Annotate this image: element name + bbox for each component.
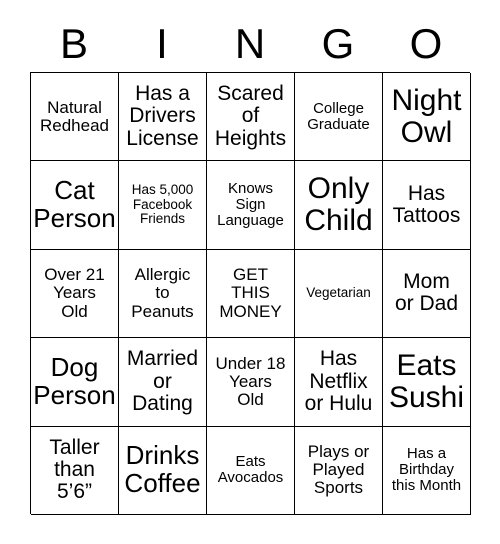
bingo-cell-r3c5[interactable]: Mom or Dad [383, 249, 471, 339]
bingo-cell-r1c3[interactable]: Scared of Heights [207, 73, 295, 162]
bingo-header-letter-n: N [234, 20, 266, 67]
bingo-header-letter-g: G [321, 20, 355, 67]
bingo-cell-r1c4[interactable]: College Graduate [295, 73, 383, 162]
bingo-grid: Natural Redhead Has a Drivers License Scar… [30, 72, 471, 515]
bingo-card: B I N G O Natural Redhead Has a Drivers Licen… [0, 0, 500, 544]
bingo-cell-label: Has 5,000 Facebook Friends [131, 182, 194, 227]
bingo-cell-r4c5[interactable]: Eats Sushi [383, 338, 471, 427]
bingo-cell-r1c5[interactable]: Night Owl [383, 73, 471, 162]
bingo-cell-r4c4[interactable]: Has Netflix or Hulu [295, 338, 383, 427]
bingo-cell-label: Night Owl [391, 83, 462, 149]
bingo-cell-label: Drinks Coffee [124, 440, 201, 499]
bingo-cell-label: Has Netflix or Hulu [304, 347, 373, 416]
bingo-cell-label: Knows Sign Language [217, 180, 284, 230]
bingo-cell-r3c4[interactable]: Vegetarian [295, 249, 383, 339]
bingo-cell-label: Only Child [304, 171, 373, 238]
bingo-cell-label: GET THIS MONEY [219, 265, 282, 321]
bingo-header-letter-b: B [59, 20, 88, 67]
bingo-cell-r2c4[interactable]: Only Child [295, 161, 383, 250]
bingo-cell-r5c1[interactable]: Taller than 5’6” [31, 426, 119, 515]
bingo-cell-label: Has a Birthday this Month [391, 445, 462, 495]
bingo-cell-label: Vegetarian [306, 285, 371, 301]
bingo-cell-label: Over 21 Years Old [44, 265, 105, 321]
bingo-cell-r2c2[interactable]: Has 5,000 Facebook Friends [119, 161, 207, 250]
bingo-cell-label: Scared of Heights [214, 81, 287, 150]
bingo-cell-r4c1[interactable]: Dog Person [31, 338, 119, 427]
bingo-cell-label: Cat Person [33, 175, 116, 234]
bingo-cell-label: Under 18 Years Old [215, 353, 286, 409]
bingo-cell-label: Married or Dating [126, 347, 199, 416]
bingo-cell-r1c2[interactable]: Has a Drivers License [119, 73, 207, 162]
bingo-cell-label: Has a Drivers License [126, 81, 199, 150]
bingo-cell-r3c3[interactable]: GET THIS MONEY [207, 249, 295, 339]
bingo-cell-label: Eats Sushi [388, 348, 465, 414]
bingo-header-letter-i: I [156, 20, 168, 67]
bingo-cell-r5c3[interactable]: Eats Avocados [207, 426, 295, 515]
bingo-cell-label: Eats Avocados [217, 453, 284, 487]
bingo-cell-r5c2[interactable]: Drinks Coffee [119, 426, 207, 515]
bingo-cell-label: Taller than 5’6” [49, 435, 100, 504]
bingo-cell-r2c3[interactable]: Knows Sign Language [207, 161, 295, 250]
bingo-cell-label: Dog Person [33, 352, 116, 410]
bingo-cell-label: Has Tattoos [392, 181, 461, 228]
bingo-cell-label: Allergic to Peanuts [131, 265, 194, 321]
bingo-header-row: BINGO [30, 18, 470, 70]
bingo-cell-r4c3[interactable]: Under 18 Years Old [207, 338, 295, 427]
bingo-cell-r4c2[interactable]: Married or Dating [119, 338, 207, 427]
bingo-cell-r3c1[interactable]: Over 21 Years Old [31, 249, 119, 339]
bingo-cell-r2c1[interactable]: Cat Person [31, 161, 119, 250]
bingo-cell-r1c1[interactable]: Natural Redhead [31, 73, 119, 162]
bingo-cell-r2c5[interactable]: Has Tattoos [383, 161, 471, 250]
bingo-cell-label: College Graduate [307, 99, 370, 133]
bingo-cell-r3c2[interactable]: Allergic to Peanuts [119, 249, 207, 339]
bingo-cell-r5c5[interactable]: Has a Birthday this Month [383, 426, 471, 515]
bingo-cell-label: Mom or Dad [394, 270, 459, 316]
bingo-cell-r5c4[interactable]: Plays or Played Sports [295, 426, 383, 515]
bingo-cell-label: Natural Redhead [39, 97, 109, 135]
bingo-header-letter-o: O [409, 20, 443, 67]
bingo-cell-label: Plays or Played Sports [307, 441, 370, 498]
